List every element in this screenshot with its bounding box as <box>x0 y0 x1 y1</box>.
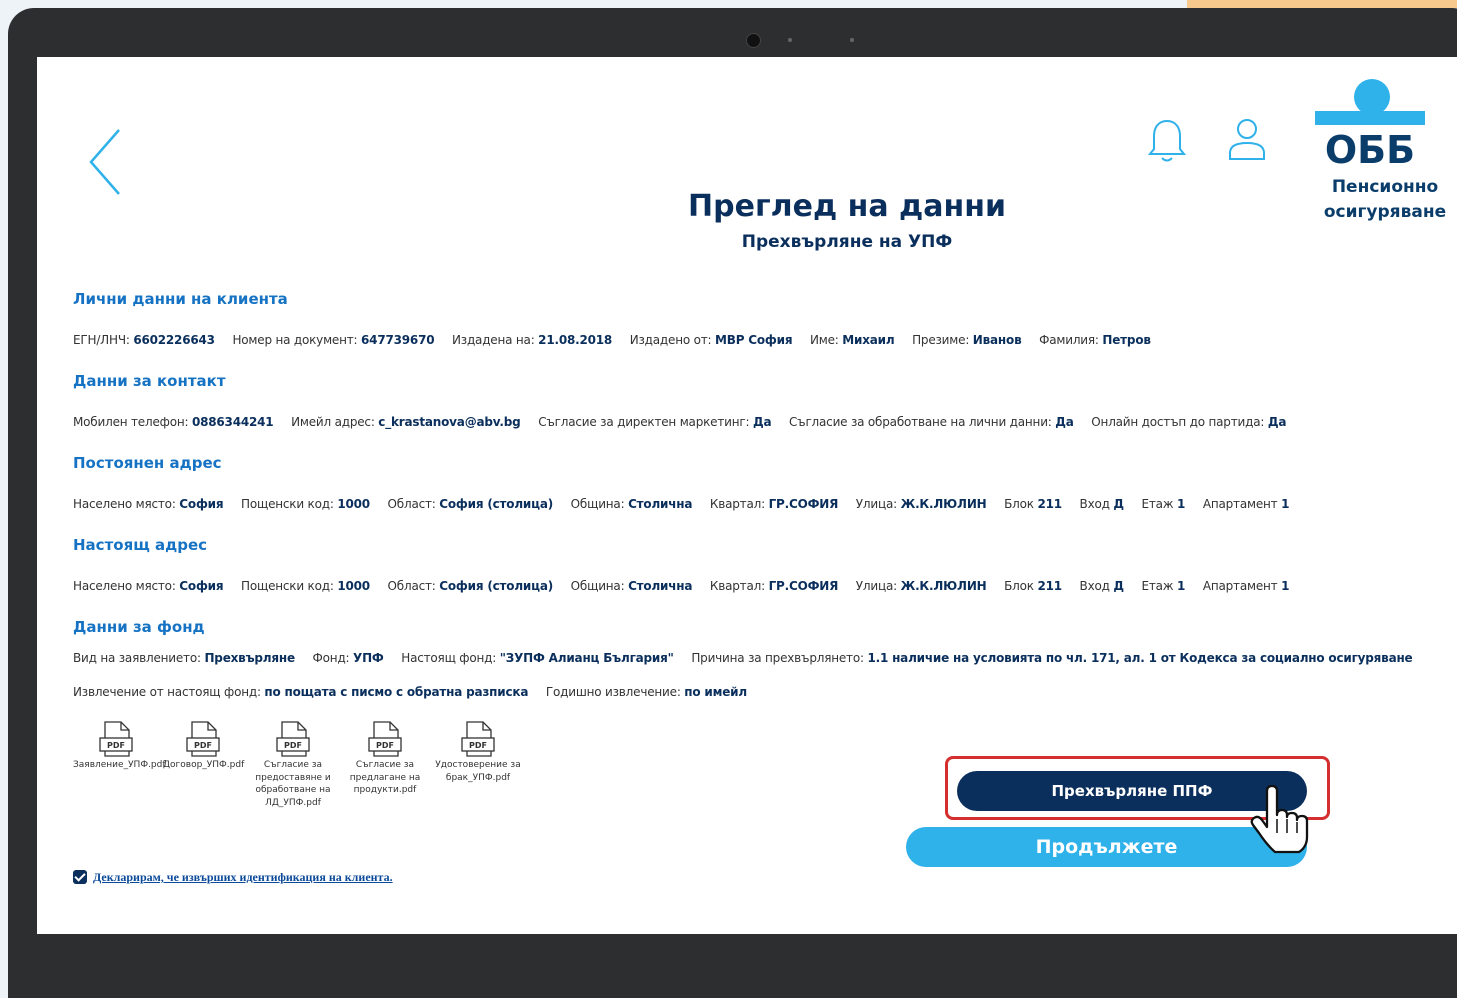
fund-statement-row: Извлечение от настоящ фонд: по пощата с … <box>73 685 761 699</box>
bell-icon[interactable] <box>1147 117 1187 165</box>
field-transfer-reason: Причина за прехвърлянето: 1.1 наличие на… <box>691 651 1413 665</box>
file-marriage-cert[interactable]: PDF Удостоверение за брак_УПФ.pdf <box>435 721 521 784</box>
field-middle-name: Презиме: Иванов <box>912 333 1022 347</box>
field-issued-by: Издадено от: МВР София <box>629 333 793 347</box>
user-icon[interactable] <box>1227 117 1267 161</box>
field-street: Улица: Ж.К.ЛЮЛИН <box>855 579 987 593</box>
field-first-name: Име: Михаил <box>809 333 895 347</box>
section-title-fund: Данни за фонд <box>73 618 205 636</box>
field-marketing-consent: Съгласие за директен маркетинг: Да <box>538 415 772 429</box>
file-data-consent[interactable]: PDF Съгласие за предоставяне и обработва… <box>253 721 333 809</box>
background-accent <box>1187 0 1457 8</box>
field-issued-on: Издадена на: 21.08.2018 <box>452 333 613 347</box>
field-last-name: Фамилия: Петров <box>1039 333 1151 347</box>
field-egn: ЕГН/ЛНЧ: 6602226643 <box>73 333 215 347</box>
declaration: Декларирам, че извърших идентификация на… <box>73 869 393 885</box>
field-floor: Етаж 1 <box>1141 579 1186 593</box>
pdf-file-icon: PDF <box>368 721 402 757</box>
sensor-dot <box>850 38 854 42</box>
field-region: Област: София (столица) <box>387 579 554 593</box>
field-apartment: Апартамент 1 <box>1202 497 1290 511</box>
webcam <box>746 33 761 48</box>
field-statement-delivery: Извлечение от настоящ фонд: по пощата с … <box>73 685 529 699</box>
field-current-fund: Настоящ фонд: "ЗУПФ Алианц България" <box>401 651 674 665</box>
pdf-file-icon: PDF <box>99 721 133 757</box>
field-city: Населено място: София <box>73 497 224 511</box>
svg-text:PDF: PDF <box>469 741 487 750</box>
field-block: Блок 211 <box>1004 497 1062 511</box>
logo-text: ОББ <box>1325 128 1415 172</box>
pdf-file-icon: PDF <box>461 721 495 757</box>
field-entrance: Вход Д <box>1079 497 1125 511</box>
svg-text:PDF: PDF <box>194 741 212 750</box>
field-municipality: Община: Столична <box>570 579 693 593</box>
field-mobile: Мобилен телефон: 0886344241 <box>73 415 274 429</box>
logo-subtitle: Пенсионно осигуряване <box>1307 175 1457 225</box>
field-municipality: Община: Столична <box>570 497 693 511</box>
field-apartment: Апартамент 1 <box>1202 579 1290 593</box>
section-title-current-address: Настоящ адрес <box>73 536 208 554</box>
field-email: Имейл адрес: c_krastanova@abv.bg <box>291 415 521 429</box>
svg-text:PDF: PDF <box>376 741 394 750</box>
file-name: Удостоверение за брак_УПФ.pdf <box>435 760 521 783</box>
page-subtitle: Прехвърляне на УПФ <box>741 232 953 252</box>
file-application[interactable]: PDF Заявление_УПФ.pdf <box>73 721 166 772</box>
file-product-consent[interactable]: PDF Съгласие за предлагане на продукти.p… <box>345 721 425 797</box>
field-floor: Етаж 1 <box>1141 497 1186 511</box>
field-data-consent: Съгласие за обработване на лични данни: … <box>788 415 1074 429</box>
field-postcode: Пощенски код: 1000 <box>241 579 370 593</box>
sensor-dot <box>788 38 792 42</box>
file-name: Заявление_УПФ.pdf <box>73 760 166 770</box>
field-entrance: Вход Д <box>1079 579 1125 593</box>
field-fund: Фонд: УПФ <box>312 651 384 665</box>
field-city: Населено място: София <box>73 579 224 593</box>
field-online-access: Онлайн достъп до партида: Да <box>1091 415 1287 429</box>
field-application-type: Вид на заявлението: Прехвърляне <box>73 651 295 665</box>
field-district: Квартал: ГР.СОФИЯ <box>709 579 839 593</box>
page-title: Преглед на данни <box>688 189 1006 224</box>
field-block: Блок 211 <box>1004 579 1062 593</box>
field-district: Квартал: ГР.СОФИЯ <box>709 497 839 511</box>
field-postcode: Пощенски код: 1000 <box>241 497 370 511</box>
file-name: Съгласие за предоставяне и обработване н… <box>255 760 331 808</box>
logo-sub-line2: осигуряване <box>1323 202 1447 222</box>
file-contract[interactable]: PDF Договор_УПФ.pdf <box>163 721 245 772</box>
field-annual-statement: Годишно извлечение: по имейл <box>545 685 747 699</box>
contact-data-row: Мобилен телефон: 0886344241 Имейл адрес:… <box>73 415 1300 429</box>
pdf-file-icon: PDF <box>186 721 220 757</box>
current-address-row: Населено място: София Пощенски код: 1000… <box>73 579 1303 593</box>
file-name: Съгласие за предлагане на продукти.pdf <box>349 760 421 795</box>
svg-text:PDF: PDF <box>107 741 125 750</box>
back-arrow-icon[interactable] <box>87 127 127 197</box>
section-title-client: Лични данни на клиента <box>73 290 288 308</box>
declaration-checkbox[interactable] <box>73 870 87 885</box>
section-title-contact: Данни за контакт <box>73 372 226 390</box>
logo-sub-line1: Пенсионно <box>1331 177 1439 197</box>
app-screen: ОББ Пенсионно осигуряване Преглед на дан… <box>37 57 1457 934</box>
field-doc-number: Номер на документ: 647739670 <box>232 333 435 347</box>
section-title-permanent-address: Постоянен адрес <box>73 454 222 472</box>
field-street: Улица: Ж.К.ЛЮЛИН <box>855 497 987 511</box>
field-region: Област: София (столица) <box>387 497 554 511</box>
permanent-address-row: Населено място: София Пощенски код: 1000… <box>73 497 1303 511</box>
hand-pointer-icon <box>1250 785 1309 854</box>
svg-text:PDF: PDF <box>284 741 302 750</box>
declaration-link[interactable]: Декларирам, че извърших идентификация на… <box>93 870 393 884</box>
pdf-file-icon: PDF <box>276 721 310 757</box>
fund-data-row: Вид на заявлението: Прехвърляне Фонд: УП… <box>73 651 1427 665</box>
file-name: Договор_УПФ.pdf <box>163 760 245 770</box>
client-data-row: ЕГН/ЛНЧ: 6602226643 Номер на документ: 6… <box>73 333 1165 347</box>
